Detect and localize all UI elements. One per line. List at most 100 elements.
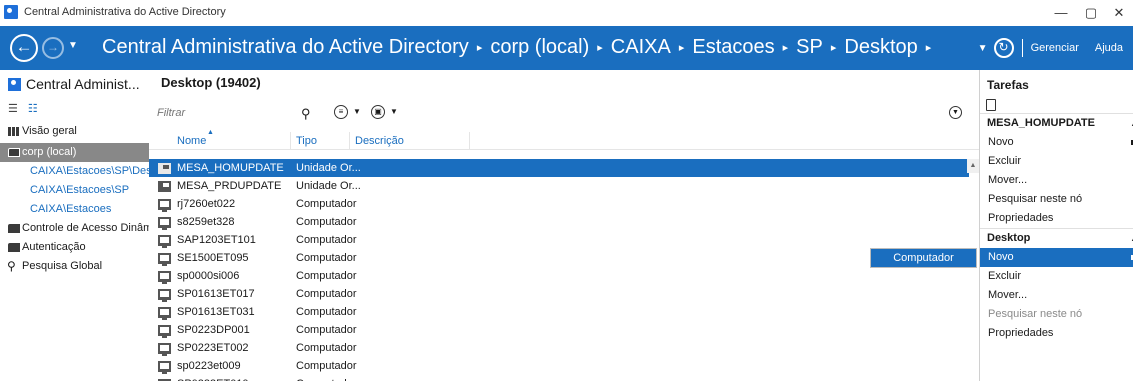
task-delete-container[interactable]: Excluir [980, 267, 1133, 286]
cell-type: Computador [296, 234, 357, 246]
help-menu[interactable]: Ajuda [1095, 42, 1123, 54]
list-options-icon[interactable]: ≡ [334, 105, 348, 119]
navigation-pane-title: Central Administ... [26, 76, 140, 92]
breadcrumb-corp-local[interactable]: corp (local) [490, 36, 589, 59]
table-row[interactable]: SP0223ET002 Computador [149, 339, 969, 357]
breadcrumb-separator-icon[interactable]: ▸ [831, 41, 837, 54]
task-new[interactable]: Novo [980, 133, 1133, 152]
task-label: Novo [988, 136, 1014, 148]
table-row[interactable]: SE1500ET095 Computador [149, 249, 969, 267]
task-move[interactable]: Mover... [980, 171, 1133, 190]
computer-icon [158, 325, 171, 338]
content-pane: Desktop (19402) ⚲ ≡ ▼ ▣ ▼ ▼ ▲ Nome Tipo … [149, 70, 979, 381]
tasks-section-label: Desktop [987, 232, 1031, 244]
breadcrumb-root[interactable]: Central Administrativa do Active Directo… [102, 36, 469, 59]
breadcrumb-separator-icon[interactable]: ▸ [926, 41, 932, 54]
column-resize-handle[interactable] [290, 132, 291, 150]
table-row[interactable]: SP0223DP001 Computador [149, 321, 969, 339]
breadcrumb-separator-icon[interactable]: ▸ [679, 41, 685, 54]
column-header-type[interactable]: Tipo [296, 135, 317, 147]
task-properties-container[interactable]: Propriedades [980, 324, 1133, 343]
tasks-section-container[interactable]: Desktop ▲ [980, 228, 1133, 247]
table-row[interactable]: SP0223ET010 Computador [149, 375, 969, 381]
nav-item-label: Visão geral [22, 125, 77, 137]
column-resize-handle[interactable] [349, 132, 350, 150]
task-label: Pesquisar neste nó [988, 193, 1083, 205]
cell-name: SP0223ET010 [177, 375, 249, 381]
cell-name: rj7260et022 [177, 198, 236, 210]
column-resize-handle[interactable] [469, 132, 470, 150]
breadcrumb-estacoes[interactable]: Estacoes [692, 36, 774, 59]
column-header-description[interactable]: Descrição [355, 135, 404, 147]
table-row[interactable]: SP01613ET017 Computador [149, 285, 969, 303]
task-label: Excluir [988, 270, 1022, 282]
nav-item-label: Autenticação [22, 241, 86, 253]
folder-icon [8, 243, 20, 252]
chevron-down-icon[interactable]: ▼ [390, 107, 398, 116]
breadcrumb-separator-icon[interactable]: ▸ [477, 41, 483, 54]
task-delete[interactable]: Excluir [980, 152, 1133, 171]
breadcrumb-separator-icon[interactable]: ▸ [597, 41, 603, 54]
title-bar: Central Administrativa do Active Directo… [0, 0, 1133, 26]
filter-input[interactable] [157, 104, 285, 122]
task-move-container[interactable]: Mover... [980, 286, 1133, 305]
breadcrumb: Central Administrativa do Active Directo… [102, 36, 939, 59]
task-label: Propriedades [988, 327, 1054, 339]
task-search-node[interactable]: Pesquisar neste nó [980, 190, 1133, 209]
task-label: Pesquisar neste nó [988, 308, 1083, 320]
breadcrumb-desktop[interactable]: Desktop [844, 36, 917, 59]
save-query-icon[interactable]: ▣ [371, 105, 385, 119]
divider [1021, 39, 1023, 57]
cell-type: Computador [296, 375, 357, 381]
computer-icon [158, 271, 171, 284]
refresh-icon[interactable]: ↻ [993, 38, 1014, 58]
context-submenu-computer[interactable]: Computador [870, 248, 977, 268]
back-arrow-icon[interactable]: ← [10, 34, 38, 62]
clipboard-icon [986, 99, 996, 111]
table-row[interactable]: MESA_HOMUPDATE Unidade Or... [149, 159, 969, 177]
active-directory-app-icon [4, 5, 18, 19]
search-icon[interactable]: ⚲ [301, 106, 311, 122]
computer-icon [158, 343, 171, 356]
organizational-unit-icon [158, 181, 171, 192]
cell-type: Computador [296, 252, 357, 264]
task-properties[interactable]: Propriedades [980, 209, 1133, 228]
list-view-icon[interactable]: ☰ [8, 102, 18, 115]
table-row[interactable]: s8259et328 Computador [149, 213, 969, 231]
cell-name: MESA_HOMUPDATE [177, 162, 284, 174]
scroll-up-arrow-icon[interactable]: ▲ [967, 159, 979, 173]
tasks-title: Tarefas [987, 78, 1029, 92]
tasks-section-label: MESA_HOMUPDATE [987, 117, 1095, 129]
table-row[interactable]: sp0000si006 Computador [149, 267, 969, 285]
nav-item-label: CAIXA\Estacoes [30, 203, 112, 215]
table-row[interactable]: MESA_PRDUPDATE Unidade Or... [149, 177, 969, 195]
close-button[interactable]: ✕ [1101, 0, 1133, 26]
breadcrumb-caixa[interactable]: CAIXA [611, 36, 671, 59]
history-dropdown-icon[interactable]: ▼ [68, 40, 78, 51]
column-header-name[interactable]: Nome [177, 135, 206, 147]
cell-name: sp0223et009 [177, 360, 241, 372]
task-new-container[interactable]: Novo [980, 248, 1133, 267]
folder-icon [8, 224, 20, 233]
sort-ascending-icon: ▲ [207, 129, 214, 136]
tree-view-icon[interactable]: ☷ [28, 102, 38, 115]
task-label: Mover... [988, 289, 1028, 301]
domain-folder-icon [8, 148, 20, 157]
navigation-dropdown-icon[interactable]: ▼ [978, 43, 988, 54]
cell-name: SP01613ET017 [177, 288, 255, 300]
cell-type: Computador [296, 342, 357, 354]
column-headers: ▲ Nome Tipo Descrição [149, 129, 979, 150]
manage-menu[interactable]: Gerenciar [1031, 42, 1079, 54]
tasks-section-selected[interactable]: MESA_HOMUPDATE ▲ [980, 113, 1133, 132]
chevron-down-icon[interactable]: ▼ [353, 107, 361, 116]
nav-item-label: CAIXA\Estacoes\SP [30, 184, 130, 196]
forward-arrow-icon[interactable]: → [42, 37, 64, 59]
table-row[interactable]: SP01613ET031 Computador [149, 303, 969, 321]
table-row[interactable]: sp0223et009 Computador [149, 357, 969, 375]
breadcrumb-sp[interactable]: SP [796, 36, 823, 59]
table-row[interactable]: rj7260et022 Computador [149, 195, 969, 213]
collapse-chevron-icon[interactable]: ▼ [949, 106, 962, 119]
nav-item-label: Pesquisa Global [22, 260, 103, 272]
table-row[interactable]: SAP1203ET101 Computador [149, 231, 969, 249]
breadcrumb-separator-icon[interactable]: ▸ [783, 41, 789, 54]
